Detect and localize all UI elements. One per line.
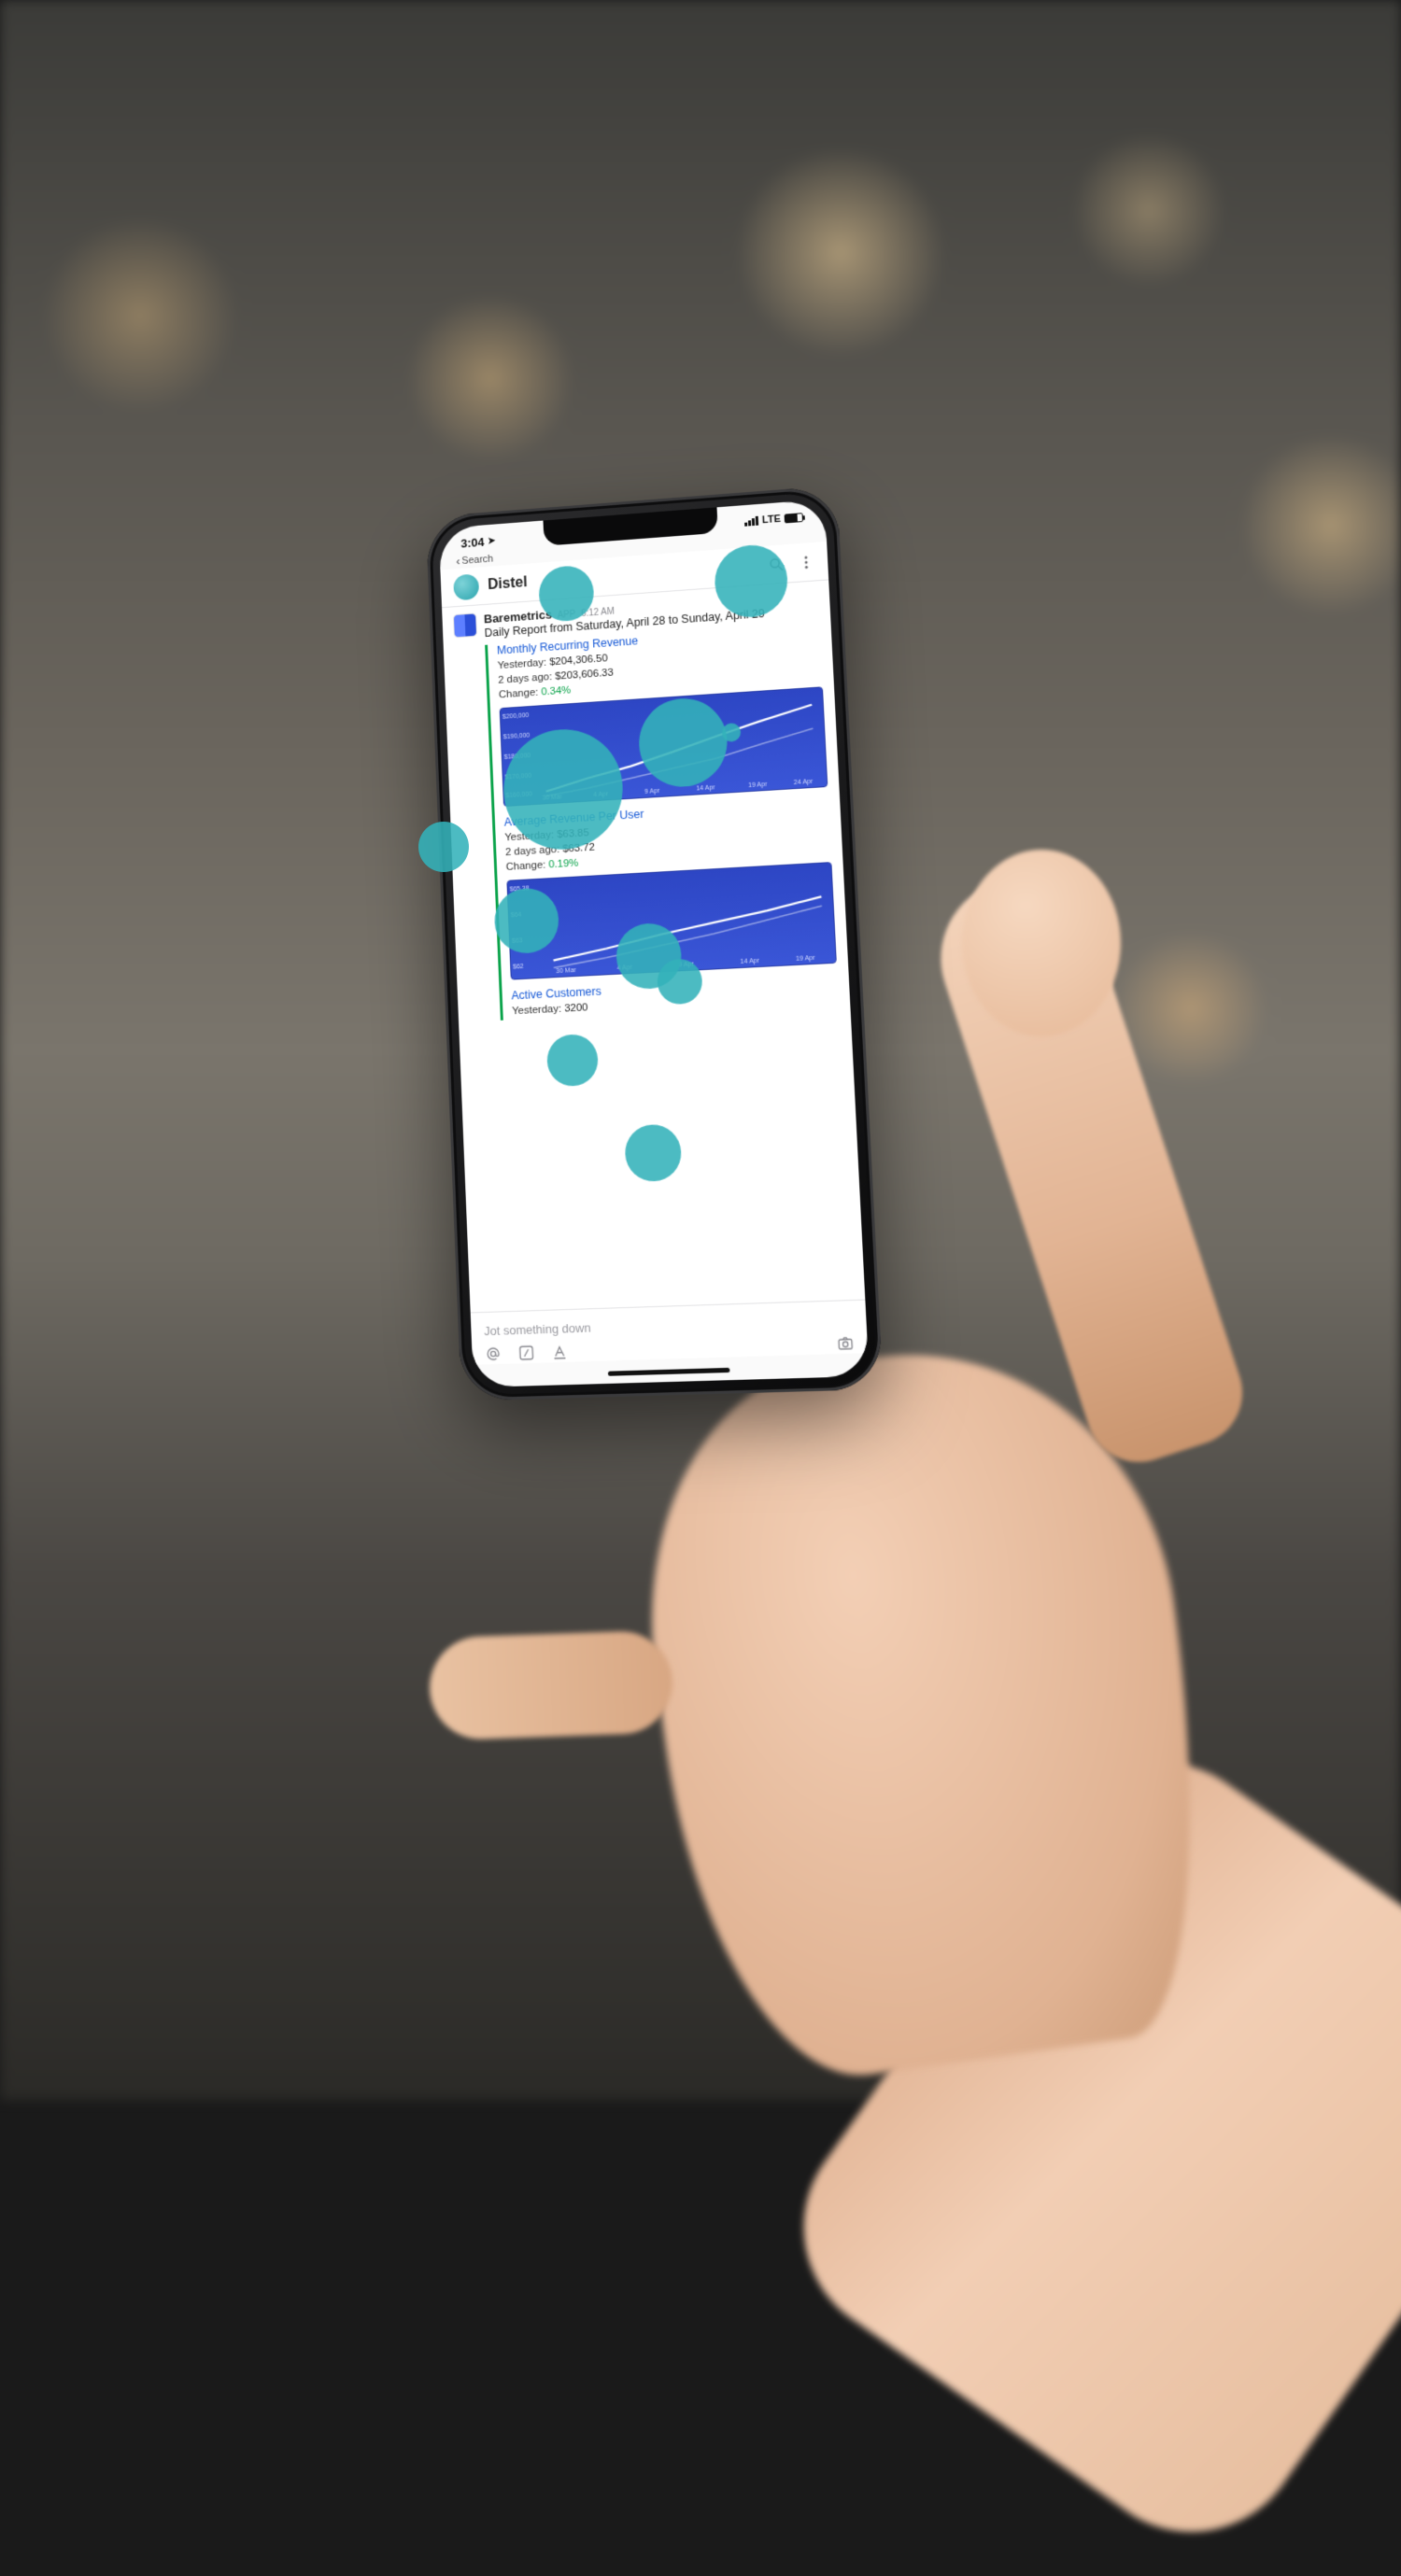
back-label: Search bbox=[461, 553, 493, 566]
signal-icon bbox=[744, 516, 758, 527]
mrr-change-value: 0.34% bbox=[541, 685, 571, 698]
chevron-left-icon: ‹ bbox=[456, 554, 460, 568]
back-to-search[interactable]: ‹ Search bbox=[456, 552, 493, 568]
arpu-yesterday-value: $63.85 bbox=[557, 827, 589, 840]
carrier-label: LTE bbox=[762, 514, 781, 526]
mrr-2days-label: 2 days ago: bbox=[498, 671, 552, 686]
camera-icon[interactable] bbox=[836, 1334, 854, 1352]
battery-icon bbox=[785, 513, 803, 523]
message-list[interactable]: Baremetrics APP 6:12 AM Daily Report fro… bbox=[442, 580, 866, 1317]
arpu-2days-value: $63.72 bbox=[562, 842, 595, 855]
at-icon[interactable] bbox=[485, 1345, 502, 1363]
mrr-yesterday-label: Yesterday: bbox=[497, 657, 546, 671]
arpu-2days-label: 2 days ago: bbox=[505, 844, 560, 858]
home-indicator[interactable] bbox=[608, 1368, 730, 1376]
section-arpu: Average Revenue Per User Yesterday: $63.… bbox=[503, 796, 836, 980]
section-active-customers: Active Customers Yesterday: 3200 bbox=[511, 973, 839, 1020]
arpu-change-value: 0.19% bbox=[548, 858, 578, 871]
active-yesterday-value: 3200 bbox=[564, 1003, 588, 1015]
arpu-yesterday-label: Yesterday: bbox=[504, 830, 554, 844]
slash-command-icon[interactable] bbox=[517, 1344, 535, 1362]
active-yesterday-label: Yesterday: bbox=[512, 1004, 561, 1018]
mrr-chart[interactable]: $200,000 $190,000 $180,000 $170,000 $160… bbox=[500, 686, 828, 807]
arpu-chart[interactable]: $65.38 $64 $63 $62 30 Mar 4 Apr 9 Apr 14… bbox=[506, 863, 837, 981]
channel-avatar[interactable] bbox=[453, 573, 479, 600]
format-icon[interactable] bbox=[551, 1344, 569, 1361]
phone: 3:04 ➤ LTE ‹ Search Distel bbox=[426, 486, 884, 1401]
mrr-change-label: Change: bbox=[499, 687, 539, 701]
more-icon[interactable] bbox=[798, 553, 815, 570]
arpu-change-label: Change: bbox=[506, 860, 546, 873]
location-icon: ➤ bbox=[488, 536, 496, 546]
mrr-2days-value: $203,606.33 bbox=[555, 668, 614, 683]
search-icon[interactable] bbox=[768, 556, 785, 573]
phone-screen: 3:04 ➤ LTE ‹ Search Distel bbox=[439, 500, 870, 1388]
status-time: 3:04 bbox=[460, 535, 485, 550]
app-logo-icon bbox=[453, 612, 477, 638]
section-mrr: Monthly Recurring Revenue Yesterday: $20… bbox=[497, 622, 828, 808]
